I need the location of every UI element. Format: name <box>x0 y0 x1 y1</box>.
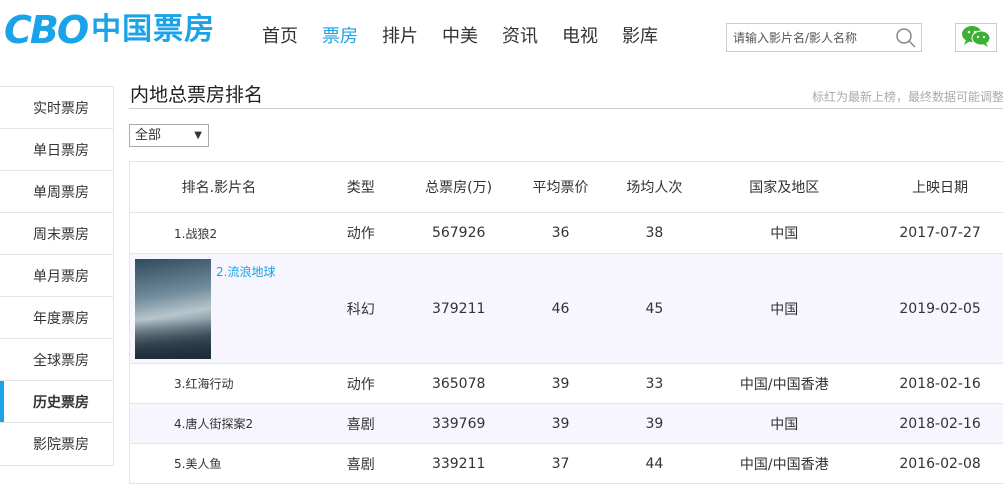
movie-avg-people: 45 <box>645 300 664 317</box>
movie-total: 567926 <box>431 225 486 241</box>
sidebar-item-daily[interactable]: 单日票房 <box>0 129 113 171</box>
movie-name-link[interactable]: 2.流浪地球 <box>216 263 275 280</box>
sidebar-item-weekend[interactable]: 周末票房 <box>0 213 113 255</box>
poster-shading <box>135 319 211 359</box>
search-icon[interactable] <box>895 27 917 49</box>
movie-type: 科幻 <box>346 301 375 318</box>
sidebar: 实时票房 单日票房 单周票房 周末票房 单月票房 年度票房 全球票房 历史票房 … <box>0 86 114 466</box>
movie-total: 339211 <box>431 455 486 472</box>
notice-text: 标红为最新上榜，最终数据可能调整 <box>812 90 1003 104</box>
col-header-avg-price: 平均票价 <box>532 180 589 196</box>
movie-release-date: 2017-07-27 <box>899 225 981 241</box>
movie-release-date: 2018-02-16 <box>899 375 981 392</box>
search-box <box>726 23 922 52</box>
nav-item-home[interactable]: 首页 <box>262 24 298 50</box>
movie-release-date: 2019-02-05 <box>899 300 981 317</box>
col-header-total: 总票房(万) <box>425 180 493 196</box>
movie-release-date: 2016-02-08 <box>899 455 981 472</box>
filter-selected-value: 全部 <box>135 128 162 143</box>
movie-type: 动作 <box>346 376 375 393</box>
movie-avg-people: 39 <box>645 415 664 432</box>
movie-avg-price: 37 <box>551 455 570 472</box>
movie-avg-price: 46 <box>551 300 570 317</box>
nav-item-box-office[interactable]: 票房 <box>322 24 358 50</box>
logo-mark: CBO <box>4 8 89 52</box>
movie-name-link[interactable]: 5.美人鱼 <box>130 455 308 472</box>
sidebar-item-global[interactable]: 全球票房 <box>0 339 113 381</box>
movie-name-link[interactable]: 4.唐人街探案2 <box>130 415 308 432</box>
nav-item-news[interactable]: 资讯 <box>502 24 538 50</box>
movie-avg-people: 38 <box>645 225 664 241</box>
col-header-rank-name: 排名.影片名 <box>181 180 257 196</box>
page-title: 内地总票房排名 <box>130 84 264 106</box>
dropdown-arrow-icon: ▼ <box>194 130 202 141</box>
movie-name-link[interactable]: 1.战狼2 <box>130 225 308 242</box>
table-row[interactable]: 4.唐人街探案2 喜剧 339769 39 39 中国 2018-02-16 <box>130 404 1003 444</box>
movie-type: 喜剧 <box>346 456 375 473</box>
logo-text: 中国票房 <box>91 12 216 47</box>
col-header-release-date: 上映日期 <box>912 180 969 196</box>
box-office-table: 排名.影片名 类型 总票房(万) 平均票价 场均人次 国家及地区 上映日期 1.… <box>129 161 1003 484</box>
title-divider <box>129 108 1003 109</box>
nav-item-china-us[interactable]: 中美 <box>442 24 478 50</box>
wechat-button[interactable] <box>955 23 997 52</box>
movie-total: 339769 <box>431 415 486 432</box>
movie-release-date: 2018-02-16 <box>899 415 981 432</box>
sidebar-item-cinema[interactable]: 影院票房 <box>0 423 113 465</box>
sidebar-item-weekly[interactable]: 单周票房 <box>0 171 113 213</box>
movie-avg-price: 39 <box>551 415 570 432</box>
sidebar-item-history[interactable]: 历史票房 <box>0 381 113 423</box>
movie-region: 中国 <box>770 226 799 242</box>
table-row[interactable]: 1.战狼2 动作 567926 36 38 中国 2017-07-27 <box>130 213 1003 254</box>
movie-poster-image[interactable] <box>135 259 211 359</box>
table-row[interactable]: 5.美人鱼 喜剧 339211 37 44 中国/中国香港 2016-02-08 <box>130 444 1003 484</box>
main-nav: 首页 票房 排片 中美 资讯 电视 影库 <box>262 24 682 50</box>
nav-item-schedule[interactable]: 排片 <box>382 24 418 50</box>
col-header-avg-people: 场均人次 <box>626 180 683 196</box>
movie-type: 动作 <box>346 226 375 242</box>
movie-region: 中国/中国香港 <box>739 376 829 393</box>
search-input[interactable] <box>727 24 889 51</box>
nav-item-tv[interactable]: 电视 <box>562 24 598 50</box>
table-header-row: 排名.影片名 类型 总票房(万) 平均票价 场均人次 国家及地区 上映日期 <box>130 162 1003 213</box>
movie-avg-price: 36 <box>551 225 570 241</box>
movie-region: 中国/中国香港 <box>739 456 829 473</box>
movie-avg-people: 44 <box>645 455 664 472</box>
movie-total: 379211 <box>431 300 486 317</box>
sidebar-item-monthly[interactable]: 单月票房 <box>0 255 113 297</box>
header: CBO 中国票房 首页 票房 排片 中美 资讯 电视 影库 <box>0 0 1003 72</box>
table-row[interactable]: 2.流浪地球 科幻 379211 46 45 中国 2019-02-05 <box>130 254 1003 364</box>
col-header-region: 国家及地区 <box>749 180 820 196</box>
movie-total: 365078 <box>431 375 486 392</box>
movie-name-link[interactable]: 3.红海行动 <box>130 375 308 392</box>
movie-avg-people: 33 <box>645 375 664 392</box>
sidebar-item-realtime[interactable]: 实时票房 <box>0 87 113 129</box>
logo[interactable]: CBO 中国票房 <box>4 10 215 50</box>
sidebar-item-yearly[interactable]: 年度票房 <box>0 297 113 339</box>
wechat-icon <box>960 25 992 51</box>
table-row[interactable]: 3.红海行动 动作 365078 39 33 中国/中国香港 2018-02-1… <box>130 364 1003 404</box>
movie-name-cell: 2.流浪地球 <box>130 254 308 363</box>
category-filter-select[interactable]: 全部 ▼ <box>129 124 209 147</box>
movie-avg-price: 39 <box>551 375 570 392</box>
movie-region: 中国 <box>770 301 799 318</box>
movie-type: 喜剧 <box>346 416 375 433</box>
nav-item-film-library[interactable]: 影库 <box>622 24 658 50</box>
movie-region: 中国 <box>770 416 799 433</box>
col-header-type: 类型 <box>346 180 375 196</box>
